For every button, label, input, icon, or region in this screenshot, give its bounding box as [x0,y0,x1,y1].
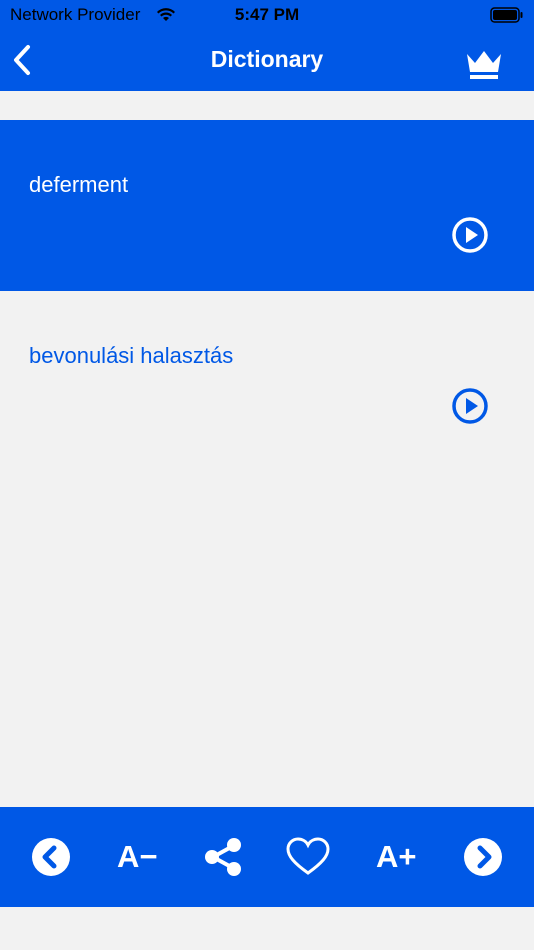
status-time: 5:47 PM [234,5,300,24]
decrease-font-button[interactable]: A− [117,837,158,877]
previous-word-icon[interactable] [31,837,71,877]
bottom-toolbar: A− A+ [0,807,534,907]
favorite-heart-icon[interactable] [286,837,330,877]
translation-text: bevonulási halasztás [29,343,234,368]
next-word-icon[interactable] [463,837,503,877]
source-term: deferment [29,172,129,197]
share-icon[interactable] [203,837,243,877]
play-translation-audio-icon[interactable] [451,387,489,425]
increase-font-button[interactable]: A+ [376,837,417,877]
term-card: deferment [0,120,534,291]
status-bar: Network Provider 5:47 PM [0,0,534,30]
nav-bar: Dictionary [0,30,534,91]
play-term-audio-icon[interactable] [451,216,489,254]
page-title: Dictionary [210,46,324,72]
crown-icon[interactable] [464,46,504,82]
battery-icon [490,7,523,23]
